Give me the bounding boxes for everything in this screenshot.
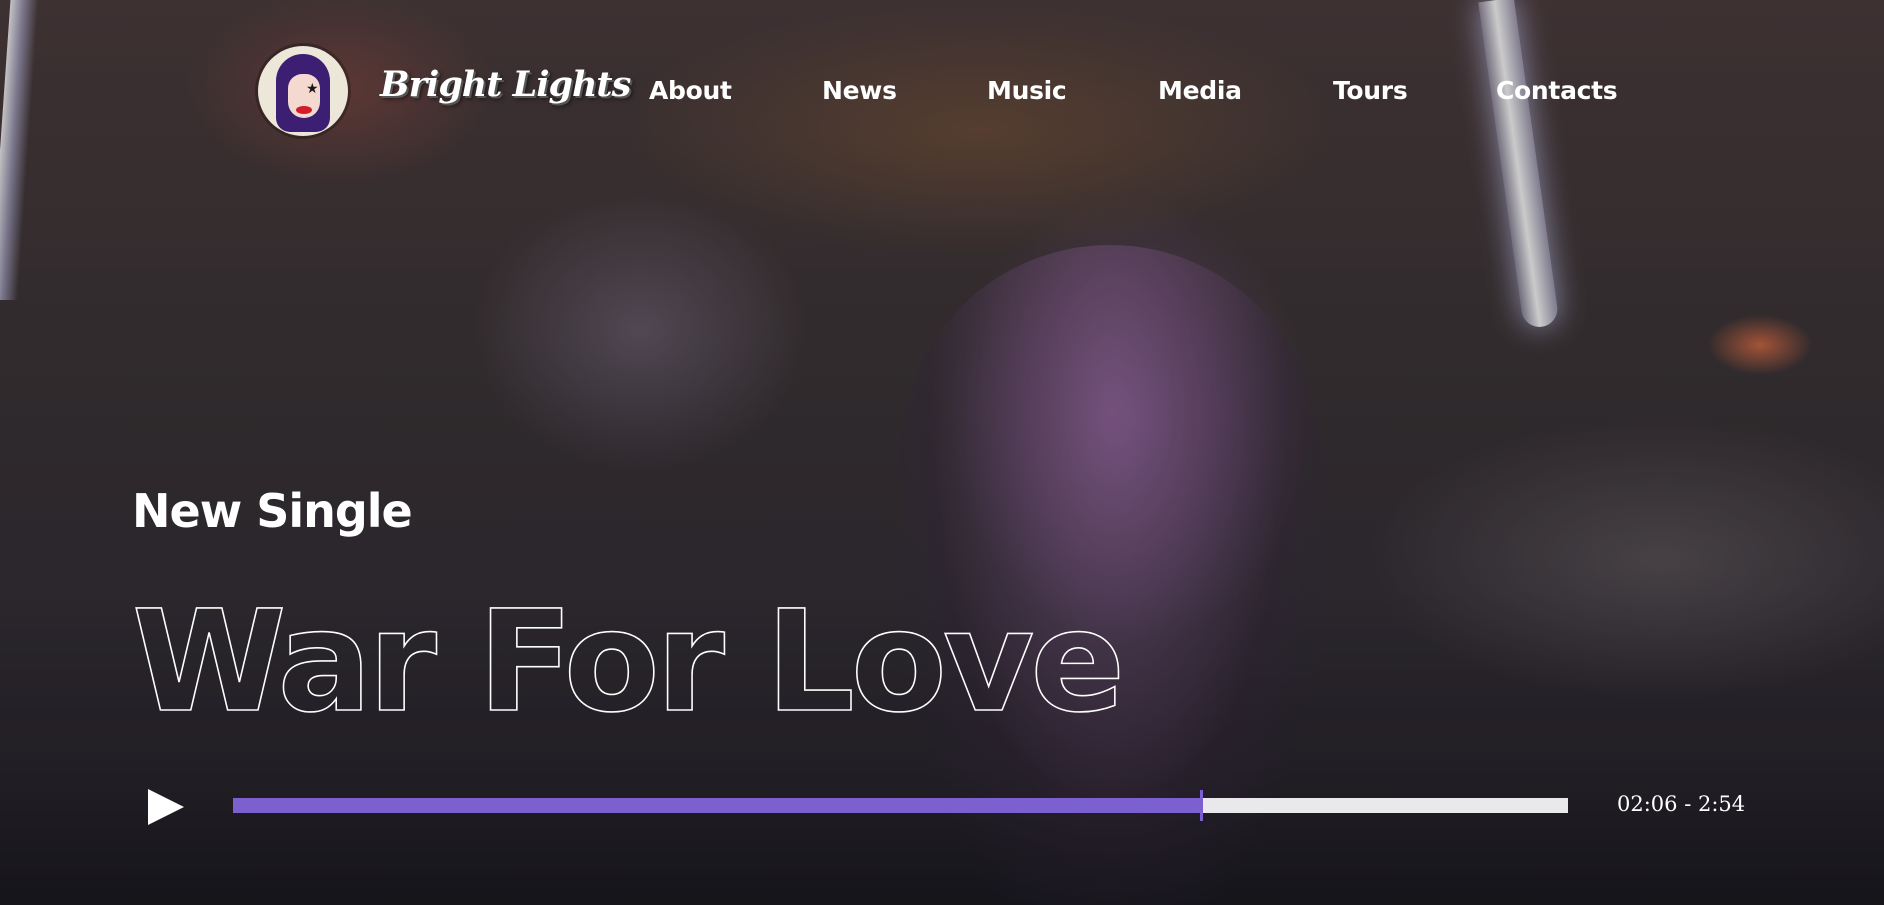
hero-title: War For Love bbox=[131, 580, 1126, 745]
nav-link-news[interactable]: News bbox=[822, 76, 897, 105]
singer-avatar-logo-icon[interactable]: ★ bbox=[258, 46, 348, 136]
star-icon: ★ bbox=[306, 81, 319, 97]
audio-progress-handle[interactable] bbox=[1199, 790, 1203, 821]
brand-wordmark[interactable]: Bright Lights bbox=[380, 64, 631, 105]
play-button[interactable] bbox=[146, 787, 186, 827]
nav-link-contacts[interactable]: Contacts bbox=[1496, 76, 1618, 105]
nav-link-about[interactable]: About bbox=[649, 76, 732, 105]
audio-progress-fill bbox=[233, 798, 1201, 813]
nav-link-music[interactable]: Music bbox=[987, 76, 1067, 105]
hero-eyebrow: New Single bbox=[132, 484, 413, 538]
nav-link-tours[interactable]: Tours bbox=[1333, 76, 1408, 105]
audio-time-readout: 02:06 - 2:54 bbox=[1617, 792, 1746, 816]
background-overlay bbox=[0, 0, 1884, 905]
hero-section: ★ Bright Lights About News Music Media T… bbox=[0, 0, 1884, 905]
nav-link-media[interactable]: Media bbox=[1158, 76, 1242, 105]
audio-progress-bar[interactable] bbox=[233, 790, 1568, 821]
hero-title-text: War For Love bbox=[132, 581, 1121, 744]
play-icon bbox=[148, 789, 184, 825]
